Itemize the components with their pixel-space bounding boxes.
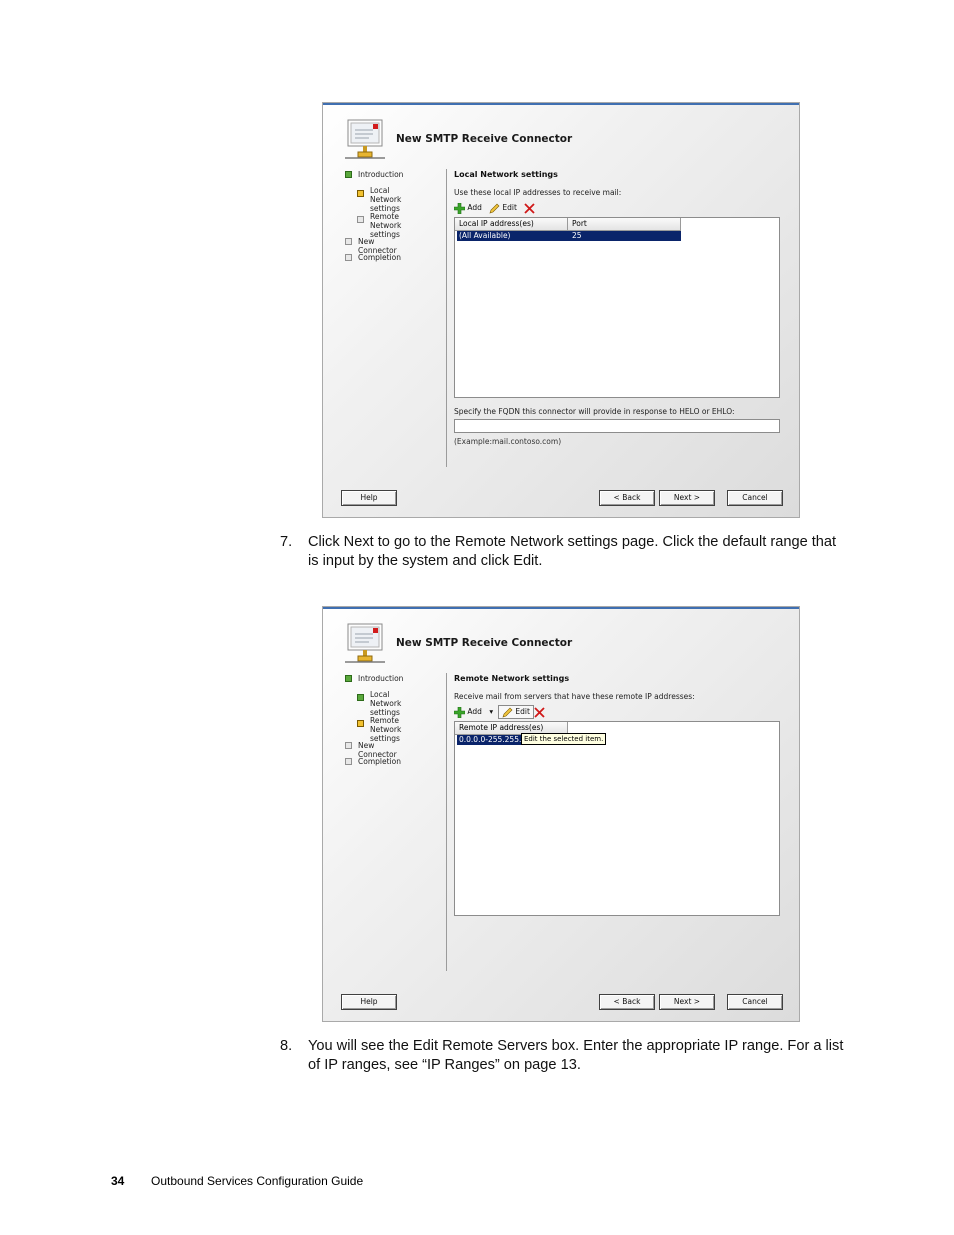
grid-toolbar: Add ▾ Edit bbox=[454, 705, 574, 719]
window-top-border bbox=[323, 103, 799, 105]
table-row[interactable]: (All Available) 25 bbox=[457, 231, 681, 241]
vertical-divider bbox=[446, 673, 447, 971]
step-label: Local Network settings bbox=[370, 690, 402, 717]
instruction-step-7: 7. Click Next to go to the Remote Networ… bbox=[280, 533, 850, 573]
step-complete-icon bbox=[357, 694, 364, 701]
cancel-button[interactable]: Cancel bbox=[727, 490, 783, 506]
pencil-icon bbox=[489, 203, 500, 213]
step-label: Introduction bbox=[358, 170, 404, 179]
step-label: Local Network settings bbox=[370, 186, 402, 213]
fqdn-input[interactable] bbox=[454, 419, 780, 433]
step-text: You will see the Edit Remote Servers box… bbox=[308, 1038, 844, 1073]
section-description: Use these local IP addresses to receive … bbox=[454, 188, 622, 197]
step-pending-icon bbox=[345, 238, 352, 245]
edit-label: Edit bbox=[515, 707, 530, 716]
fqdn-example: (Example:mail.contoso.com) bbox=[454, 437, 562, 446]
next-button[interactable]: Next > bbox=[659, 994, 715, 1010]
help-button[interactable]: Help bbox=[341, 490, 397, 506]
pencil-icon bbox=[502, 707, 513, 717]
step-complete-icon bbox=[345, 675, 352, 682]
step-label: Introduction bbox=[358, 674, 404, 683]
column-header-local-ip[interactable]: Local IP address(es) bbox=[455, 218, 568, 230]
remote-ip-grid[interactable]: Remote IP address(es) 0.0.0.0-255.255.25… bbox=[454, 721, 780, 916]
fqdn-label: Specify the FQDN this connector will pro… bbox=[454, 407, 735, 416]
add-button[interactable]: Add bbox=[454, 201, 482, 214]
cell-ip: (All Available) bbox=[459, 231, 511, 240]
section-title: Remote Network settings bbox=[454, 674, 570, 683]
step-number: 7. bbox=[280, 534, 293, 550]
cancel-button[interactable]: Cancel bbox=[727, 994, 783, 1010]
window-top-border bbox=[323, 607, 799, 609]
delete-icon bbox=[524, 202, 535, 214]
add-button[interactable]: Add ▾ bbox=[454, 705, 493, 718]
grid-toolbar: Add Edit bbox=[454, 201, 574, 215]
add-label: Add bbox=[467, 707, 482, 716]
smtp-connector-icon bbox=[345, 119, 385, 159]
edit-button[interactable]: Edit bbox=[498, 705, 534, 719]
delete-button[interactable] bbox=[534, 705, 545, 718]
back-button[interactable]: < Back bbox=[599, 994, 655, 1010]
step-label: Remote Network settings bbox=[370, 212, 402, 239]
step-pending-icon bbox=[345, 254, 352, 261]
step-label: Completion bbox=[358, 253, 401, 262]
step-pending-icon bbox=[345, 742, 352, 749]
page-number: 34 bbox=[111, 1174, 125, 1188]
vertical-divider bbox=[446, 169, 447, 467]
edit-label: Edit bbox=[502, 203, 517, 212]
dropdown-arrow-icon[interactable]: ▾ bbox=[489, 707, 493, 716]
instruction-step-8: 8. You will see the Edit Remote Servers … bbox=[280, 1037, 850, 1077]
column-header-port[interactable]: Port bbox=[568, 218, 681, 230]
step-label: Remote Network settings bbox=[370, 716, 402, 743]
grid-header: Local IP address(es) Port bbox=[455, 218, 681, 231]
step-complete-icon bbox=[345, 171, 352, 178]
add-label: Add bbox=[467, 203, 482, 212]
screenshot-remote-network-settings: New SMTP Receive Connector Introduction … bbox=[322, 606, 800, 1022]
local-ip-grid[interactable]: Local IP address(es) Port (All Available… bbox=[454, 217, 780, 398]
add-icon bbox=[454, 202, 465, 214]
step-label: Completion bbox=[358, 757, 401, 766]
help-button[interactable]: Help bbox=[341, 994, 397, 1010]
cell-port: 25 bbox=[572, 231, 582, 240]
delete-icon bbox=[534, 706, 545, 718]
document-title: Outbound Services Configuration Guide bbox=[151, 1174, 364, 1188]
smtp-connector-icon bbox=[345, 623, 385, 663]
edit-button[interactable]: Edit bbox=[489, 201, 517, 214]
screenshot-local-network-settings: New SMTP Receive Connector Introduction … bbox=[322, 102, 800, 518]
next-button[interactable]: Next > bbox=[659, 490, 715, 506]
table-row[interactable]: 0.0.0.0-255.255.255.255 bbox=[457, 735, 552, 745]
step-pending-icon bbox=[345, 758, 352, 765]
edit-tooltip: Edit the selected item. bbox=[521, 733, 607, 745]
wizard-title: New SMTP Receive Connector bbox=[396, 133, 573, 145]
back-button[interactable]: < Back bbox=[599, 490, 655, 506]
section-title: Local Network settings bbox=[454, 170, 558, 179]
step-current-icon bbox=[357, 720, 364, 727]
step-text: Click Next to go to the Remote Network s… bbox=[308, 534, 837, 569]
add-icon bbox=[454, 706, 465, 718]
wizard-title: New SMTP Receive Connector bbox=[396, 637, 573, 649]
step-pending-icon bbox=[357, 216, 364, 223]
step-number: 8. bbox=[280, 1038, 293, 1054]
step-current-icon bbox=[357, 190, 364, 197]
delete-button[interactable] bbox=[524, 201, 535, 214]
section-description: Receive mail from servers that have thes… bbox=[454, 692, 695, 701]
